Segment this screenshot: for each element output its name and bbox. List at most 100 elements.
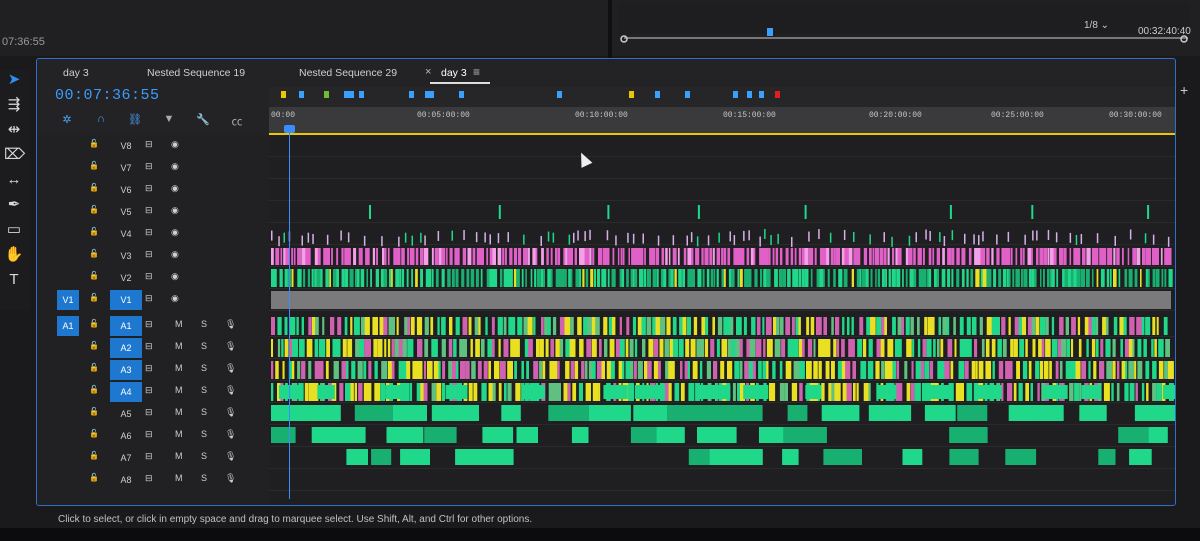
v4-clip[interactable]	[301, 235, 304, 246]
v3-clip[interactable]	[877, 248, 880, 265]
v3-clip[interactable]	[401, 248, 405, 265]
audio-clip-a2[interactable]	[739, 339, 743, 357]
audio-clip-a4[interactable]	[279, 385, 304, 399]
audio-clip-a3[interactable]	[456, 361, 459, 379]
v3-clip[interactable]	[1147, 248, 1151, 265]
audio-clip-a3[interactable]	[1075, 361, 1081, 379]
audio-clip-a3[interactable]	[460, 361, 466, 379]
audio-clip-a1[interactable]	[612, 317, 616, 335]
audio-clip-a3[interactable]	[1055, 361, 1059, 379]
v3-clip[interactable]	[1043, 248, 1048, 265]
v3-clip[interactable]	[741, 248, 745, 265]
v3-clip[interactable]	[1069, 248, 1072, 265]
v4-clip[interactable]	[584, 231, 586, 242]
v3-clip[interactable]	[1030, 248, 1033, 265]
audio-clip-a7[interactable]	[782, 449, 799, 465]
v3-clip[interactable]	[1116, 248, 1120, 265]
audio-clip-a3[interactable]	[699, 361, 703, 379]
audio-clip-a4[interactable]	[1081, 385, 1101, 399]
v3-clip[interactable]	[1122, 248, 1124, 265]
audio-clip-a4[interactable]	[966, 383, 973, 401]
audio-clip-a7[interactable]	[844, 449, 862, 465]
audio-clip-a2[interactable]	[555, 339, 560, 357]
v2-clip[interactable]	[341, 269, 345, 287]
nest-icon[interactable]: ✲	[57, 113, 77, 129]
v2-clip[interactable]	[674, 269, 677, 287]
v4-clip[interactable]	[951, 230, 954, 241]
solo-button[interactable]: S	[201, 363, 207, 373]
audio-clip-a1[interactable]	[946, 317, 950, 335]
v2-clip[interactable]	[749, 269, 752, 287]
v2-clip[interactable]	[713, 269, 716, 287]
v3-clip[interactable]	[905, 248, 909, 265]
audio-clip-a6[interactable]	[386, 427, 424, 443]
v2-clip[interactable]	[325, 269, 329, 287]
v3-clip[interactable]	[384, 248, 387, 265]
audio-clip-a1[interactable]	[541, 317, 544, 335]
tab-sequence-3[interactable]: day 3	[441, 67, 467, 79]
v2-clip[interactable]	[626, 269, 629, 287]
microphone-icon[interactable]: 🎙	[225, 385, 236, 396]
audio-clip-a4[interactable]	[374, 383, 381, 401]
audio-clip-a3[interactable]	[892, 361, 897, 379]
audio-clip-a1[interactable]	[791, 317, 795, 335]
audio-clip-a1[interactable]	[344, 317, 348, 335]
v2-clip[interactable]	[435, 269, 439, 287]
v4-clip[interactable]	[718, 232, 720, 243]
audio-clip-a2[interactable]	[619, 339, 625, 357]
audio-clip-a1[interactable]	[547, 317, 551, 335]
microphone-icon[interactable]: 🎙	[225, 363, 236, 374]
v3-clip[interactable]	[579, 248, 583, 265]
audio-clip-a4[interactable]	[339, 383, 344, 401]
audio-clip-a7[interactable]	[1129, 449, 1152, 465]
v2-clip[interactable]	[603, 269, 607, 287]
audio-clip-a2[interactable]	[798, 339, 803, 357]
audio-clip-a2[interactable]	[933, 339, 936, 357]
audio-clip-a2[interactable]	[398, 339, 403, 357]
v4-clip[interactable]	[690, 232, 693, 243]
audio-clip-a4[interactable]	[975, 385, 1002, 399]
audio-clip-a2[interactable]	[524, 339, 529, 357]
v2-clip[interactable]	[918, 269, 923, 287]
audio-clip-a3[interactable]	[565, 361, 570, 379]
audio-clip-a3[interactable]	[1099, 361, 1105, 379]
solo-button[interactable]: S	[201, 429, 207, 439]
audio-clip-a1[interactable]	[785, 317, 791, 335]
audio-clip-a1[interactable]	[1123, 317, 1127, 335]
mute-button[interactable]: M	[175, 385, 183, 395]
solo-button[interactable]: S	[201, 341, 207, 351]
audio-clip-a3[interactable]	[911, 361, 914, 379]
audio-clip-a3[interactable]	[417, 361, 423, 379]
v3-clip[interactable]	[434, 248, 439, 265]
v2-clip[interactable]	[420, 269, 423, 287]
marker[interactable]	[344, 91, 349, 98]
v2-clip[interactable]	[966, 269, 969, 287]
v3-clip[interactable]	[605, 248, 608, 265]
audio-clip-a4[interactable]	[1135, 383, 1138, 401]
audio-clip-a5[interactable]	[271, 405, 312, 421]
audio-clip-a2[interactable]	[391, 339, 395, 357]
v2-clip[interactable]	[796, 269, 799, 287]
v2-clip[interactable]	[816, 269, 820, 287]
track-target[interactable]: A2	[110, 338, 142, 358]
v4-clip[interactable]	[657, 235, 660, 246]
audio-clip-a2[interactable]	[284, 339, 289, 357]
lock-icon[interactable]: 🔓	[89, 249, 99, 258]
audio-clip-a2[interactable]	[1112, 339, 1116, 357]
audio-clip-a5[interactable]	[895, 405, 912, 421]
v5-clip[interactable]	[804, 205, 807, 219]
audio-clip-a2[interactable]	[1151, 339, 1154, 357]
audio-clip-a2[interactable]	[1120, 339, 1123, 357]
audio-clip-a4[interactable]	[409, 383, 413, 401]
v4-clip[interactable]	[278, 236, 280, 247]
v3-clip[interactable]	[721, 248, 724, 265]
audio-clip-a1[interactable]	[866, 317, 871, 335]
audio-clip-a3[interactable]	[552, 361, 558, 379]
audio-clip-a2[interactable]	[1002, 339, 1007, 357]
audio-clip-a1[interactable]	[587, 317, 593, 335]
v2-clip[interactable]	[316, 269, 321, 287]
audio-clip-a4[interactable]	[923, 385, 952, 399]
audio-clip-a1[interactable]	[391, 317, 395, 335]
audio-clip-a3[interactable]	[1043, 361, 1049, 379]
audio-clip-a5[interactable]	[454, 405, 479, 421]
